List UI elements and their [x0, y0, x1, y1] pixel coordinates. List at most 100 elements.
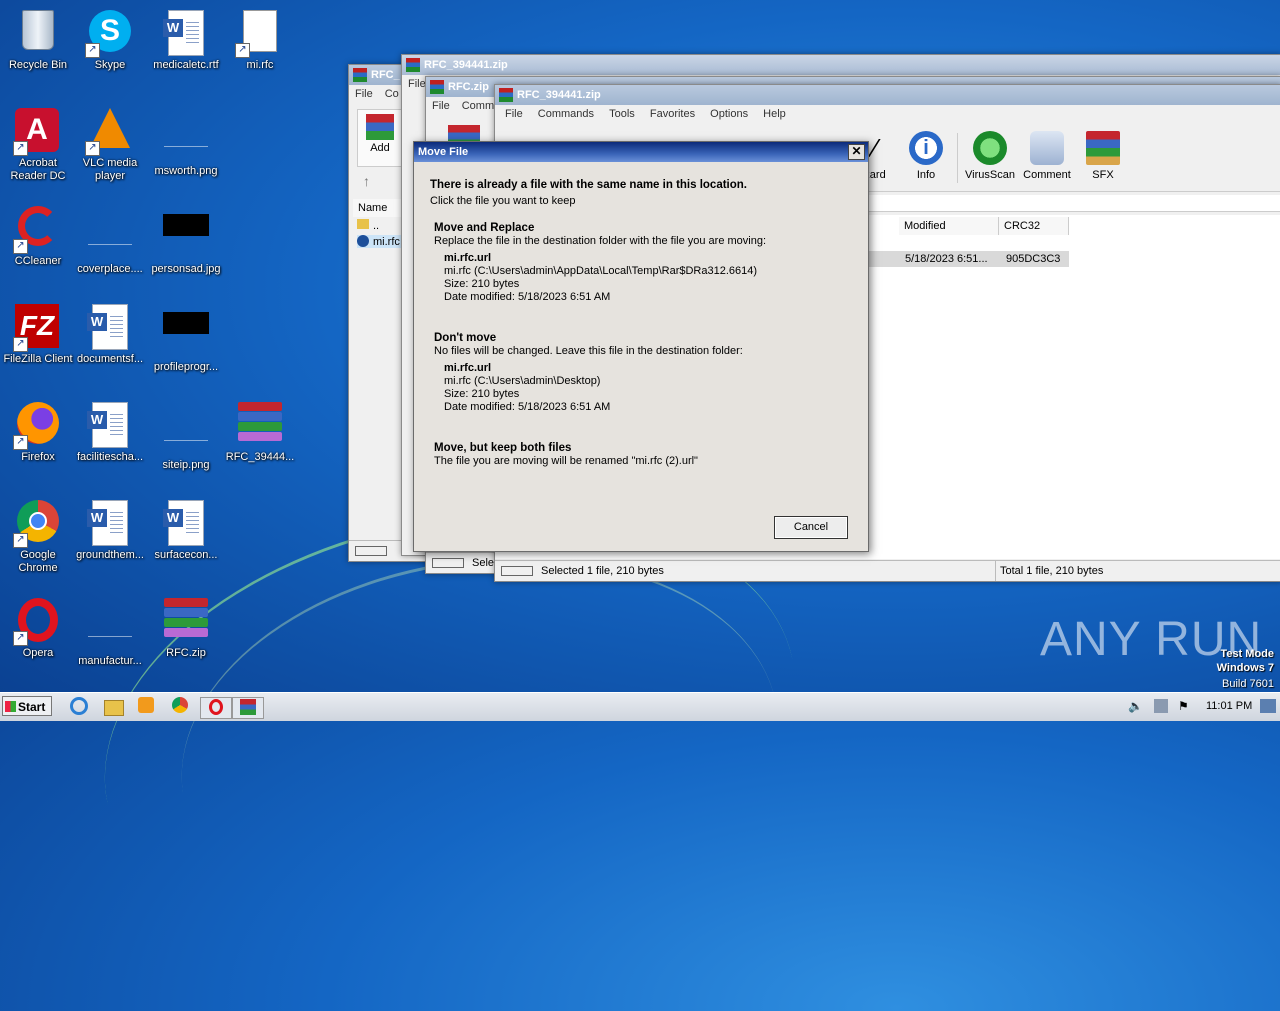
info-button[interactable]: i Info — [896, 131, 956, 181]
facilitiescha-word-icon[interactable]: W facilitiescha... — [72, 396, 148, 486]
list-item[interactable]: mi.rfc — [357, 235, 404, 248]
rfc-394441-zip-icon[interactable]: RFC_39444... — [222, 396, 298, 486]
firefox-icon[interactable]: ↗ Firefox — [0, 396, 76, 486]
media-player-taskbar-icon[interactable] — [138, 697, 158, 717]
status-bar: Selected 1 file, 210 bytes Total 1 file,… — [495, 560, 1280, 581]
close-icon[interactable]: ✕ — [848, 144, 865, 160]
build-label: Build 7601 — [1222, 678, 1274, 690]
network-icon[interactable] — [1154, 699, 1168, 713]
icon-label: Skype — [94, 59, 126, 71]
taskbar: Start 🔈 ⚑ 11:01 PM — [0, 692, 1280, 721]
add-button[interactable]: Add — [357, 109, 403, 167]
windows-flag-icon — [5, 701, 16, 712]
show-desktop-button[interactable] — [1260, 699, 1276, 713]
move-and-replace-option[interactable]: Move and Replace Replace the file in the… — [434, 222, 766, 304]
window-title-bar[interactable]: RFC_394441.zip — [402, 55, 1280, 75]
column-header-name[interactable]: Name — [353, 199, 405, 217]
chrome-taskbar-icon[interactable] — [172, 697, 192, 717]
globe-icon — [357, 235, 369, 247]
personsad-jpg-icon[interactable]: personsad.jpg — [148, 200, 224, 290]
acrobat-reader-icon[interactable]: A ↗ Acrobat Reader DC — [0, 102, 76, 192]
sfx-button[interactable]: SFX — [1073, 131, 1133, 181]
icon-label: RFC_39444... — [225, 451, 295, 463]
opera-icon[interactable]: ↗ Opera — [0, 592, 76, 682]
column-header-crc32[interactable]: CRC32 — [999, 217, 1069, 235]
profileprogr-icon[interactable]: profileprogr... — [148, 298, 224, 388]
menu-favorites[interactable]: Favorites — [650, 108, 695, 120]
file-date: Date modified: 5/18/2023 6:51 AM — [444, 291, 611, 303]
status-total: Total 1 file, 210 bytes — [995, 561, 1103, 581]
coverplace-file-icon[interactable]: coverplace.... — [72, 200, 148, 290]
row-crc: 905DC3C3 — [1006, 253, 1061, 265]
rfc-zip-icon[interactable]: RFC.zip — [148, 592, 224, 682]
medicaletc-rtf-icon[interactable]: W medicaletc.rtf — [148, 4, 224, 94]
icon-label: msworth.png — [154, 165, 218, 177]
explorer-taskbar-icon[interactable] — [104, 697, 124, 717]
dialog-subheading: Click the file you want to keep — [430, 195, 576, 207]
icon-label: RFC.zip — [166, 647, 206, 659]
ccleaner-icon[interactable]: ↗ CCleaner — [0, 200, 76, 290]
option-title: Don't move — [434, 332, 497, 344]
cancel-button[interactable]: Cancel — [774, 516, 848, 539]
documentsf-word-icon[interactable]: W documentsf... — [72, 298, 148, 388]
flag-icon[interactable]: ⚑ — [1178, 699, 1189, 713]
icon-label: mi.rfc — [246, 59, 274, 71]
comment-button[interactable]: Comment — [1017, 131, 1077, 181]
recycle-bin-icon[interactable]: Recycle Bin — [0, 4, 76, 94]
list-item[interactable]: .. — [357, 219, 379, 232]
groundthem-word-icon[interactable]: W groundthem... — [72, 494, 148, 584]
ie-taskbar-icon[interactable] — [70, 697, 90, 717]
manufactur-file-icon[interactable]: manufactur... — [72, 592, 148, 682]
surfacecon-word-icon[interactable]: W surfacecon... — [148, 494, 224, 584]
icon-label: surfacecon... — [154, 549, 218, 561]
mi-rfc-file-icon[interactable]: ↗ mi.rfc — [222, 4, 298, 94]
icon-label: CCleaner — [14, 255, 62, 267]
google-chrome-icon[interactable]: ↗ Google Chrome — [0, 494, 76, 584]
winrar-icon — [406, 58, 420, 72]
dialog-title-bar[interactable]: Move File ✕ — [414, 142, 868, 162]
window-title: RFC.zip — [448, 81, 489, 93]
menu-commands[interactable]: Comm — [462, 100, 494, 112]
start-button[interactable]: Start — [2, 696, 52, 716]
menu-file[interactable]: File — [432, 100, 450, 112]
keep-both-option[interactable]: Move, but keep both files The file you a… — [434, 442, 698, 468]
system-tray: 🔈 ⚑ 11:01 PM — [1120, 693, 1280, 721]
key-icon — [501, 566, 533, 577]
menu-file[interactable]: File — [505, 108, 523, 120]
winrar-icon — [430, 80, 444, 94]
window-title: RFC_394441.zip — [517, 89, 601, 101]
virus-icon — [973, 131, 1007, 165]
menu-commands[interactable]: Commands — [538, 108, 594, 120]
menu-file[interactable]: File — [355, 88, 373, 100]
siteip-png-icon[interactable]: siteip.png — [148, 396, 224, 486]
key-icon — [355, 546, 387, 557]
vlc-icon[interactable]: ↗ VLC media player — [72, 102, 148, 192]
filezilla-icon[interactable]: FZ ↗ FileZilla Client — [0, 298, 76, 388]
menu-commands[interactable]: Co — [385, 88, 399, 100]
opera-taskbar-icon[interactable] — [200, 697, 232, 719]
window-title-bar[interactable]: RFC_394441.zip — [495, 85, 1280, 105]
dont-move-option[interactable]: Don't move No files will be changed. Lea… — [434, 332, 743, 414]
dialog-heading: There is already a file with the same na… — [430, 179, 747, 191]
winrar-taskbar-icon[interactable] — [232, 697, 264, 719]
test-mode-label: Test Mode — [1220, 648, 1274, 660]
winrar-icon — [499, 88, 513, 102]
menu-options[interactable]: Options — [710, 108, 748, 120]
menu-tools[interactable]: Tools — [609, 108, 635, 120]
virusscan-button[interactable]: VirusScan — [960, 131, 1020, 181]
column-header-modified[interactable]: Modified — [899, 217, 999, 235]
speaker-icon[interactable]: 🔈 — [1128, 699, 1143, 713]
icon-label: documentsf... — [76, 353, 144, 365]
skype-icon[interactable]: S ↗ Skype — [72, 4, 148, 94]
windows-version-label: Windows 7 — [1216, 662, 1274, 674]
dialog-title: Move File — [418, 146, 469, 158]
menu-help[interactable]: Help — [763, 108, 786, 120]
up-arrow-icon[interactable]: ↑ — [363, 173, 370, 189]
menu-file[interactable]: File — [408, 78, 426, 90]
table-row[interactable]: 5/18/2023 6:51... 905DC3C3 — [869, 251, 1069, 267]
move-file-dialog[interactable]: Move File ✕ There is already a file with… — [413, 141, 869, 552]
option-desc: Replace the file in the destination fold… — [434, 235, 767, 247]
clock[interactable]: 11:01 PM — [1206, 700, 1252, 712]
file-path: mi.rfc (C:\Users\admin\Desktop) — [444, 375, 601, 387]
msworth-png-icon[interactable]: msworth.png — [148, 102, 224, 192]
